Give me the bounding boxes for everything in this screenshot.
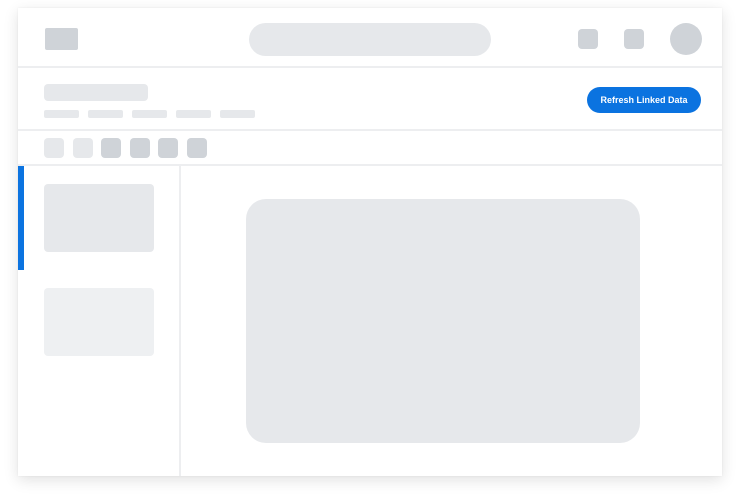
sidebar — [18, 166, 181, 476]
page-title-placeholder — [44, 84, 148, 101]
sidebar-item[interactable] — [44, 288, 154, 356]
toolbar-icon[interactable] — [130, 138, 150, 158]
search-input[interactable] — [249, 23, 491, 56]
toolbar-icon[interactable] — [44, 138, 64, 158]
breadcrumb-placeholder — [132, 110, 167, 118]
logo-icon[interactable] — [45, 28, 78, 50]
toolbar-icon[interactable] — [187, 138, 207, 158]
breadcrumb-placeholder — [44, 110, 79, 118]
breadcrumb-placeholder — [220, 110, 255, 118]
main-content — [181, 166, 722, 476]
sidebar-active-indicator — [18, 166, 24, 270]
toolbar — [18, 131, 722, 166]
breadcrumb-placeholder — [88, 110, 123, 118]
app-window: Refresh Linked Data — [18, 8, 722, 476]
header-icon-2[interactable] — [624, 29, 644, 49]
top-header — [18, 8, 722, 68]
refresh-linked-data-button[interactable]: Refresh Linked Data — [587, 87, 701, 113]
breadcrumb-placeholder — [176, 110, 211, 118]
toolbar-icon[interactable] — [101, 138, 121, 158]
page-title-bar: Refresh Linked Data — [18, 68, 722, 131]
toolbar-icon[interactable] — [158, 138, 178, 158]
avatar[interactable] — [670, 23, 702, 55]
sidebar-item[interactable] — [44, 184, 154, 252]
header-icon-1[interactable] — [578, 29, 598, 49]
toolbar-icon[interactable] — [73, 138, 93, 158]
content-placeholder — [246, 199, 640, 443]
